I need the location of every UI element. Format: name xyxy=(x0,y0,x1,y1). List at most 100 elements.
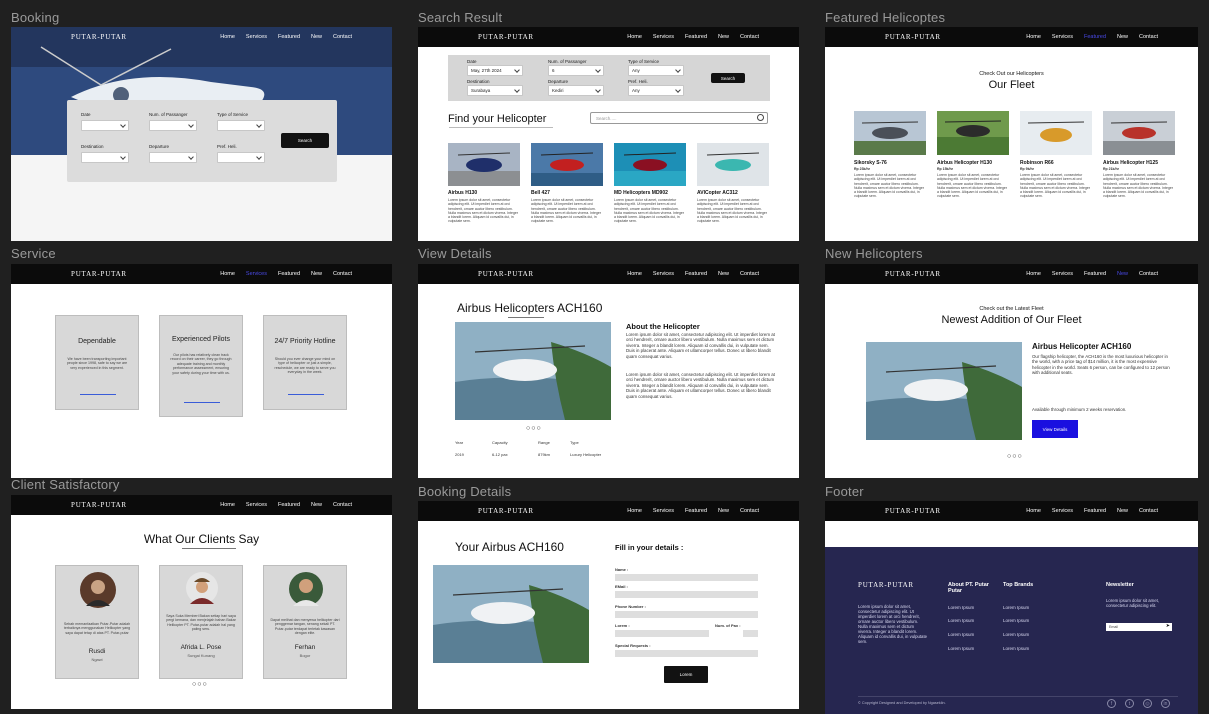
carousel-dots[interactable]: ○○○ xyxy=(526,425,542,432)
fleet-image-s76[interactable] xyxy=(854,111,926,155)
card-title-ac312[interactable]: AVICopter AC312 xyxy=(697,190,738,196)
nav-new[interactable]: New xyxy=(718,508,729,514)
nav-new[interactable]: New xyxy=(311,34,322,40)
nav-contact[interactable]: Contact xyxy=(333,34,352,40)
fleet-image-h130[interactable] xyxy=(937,111,1009,155)
footer-logo[interactable]: PUTAR-PUTAR xyxy=(858,581,914,589)
nav-services[interactable]: Services xyxy=(246,271,267,277)
nav-services[interactable]: Services xyxy=(1052,508,1073,514)
service-type-select[interactable]: Any xyxy=(628,65,684,76)
logo[interactable]: PUTAR-PUTAR xyxy=(71,501,127,509)
fleet-image-h125[interactable] xyxy=(1103,111,1175,155)
card-title-bell427[interactable]: Bell 427 xyxy=(531,190,550,196)
twitter-icon[interactable]: t xyxy=(1125,699,1134,708)
facebook-icon[interactable]: f xyxy=(1107,699,1116,708)
passenger-select[interactable]: 6 xyxy=(548,65,604,76)
heli-image-md902[interactable] xyxy=(614,143,686,186)
nav-home[interactable]: Home xyxy=(220,271,235,277)
linkedin-icon[interactable]: in xyxy=(1161,699,1170,708)
view-details-button[interactable]: View Details xyxy=(1032,420,1078,438)
phone-input[interactable] xyxy=(615,611,758,618)
lorem-input[interactable] xyxy=(615,630,709,637)
date-select[interactable]: May, 27th 2024 xyxy=(467,65,523,76)
logo[interactable]: PUTAR-PUTAR xyxy=(885,507,941,515)
special-requests-input[interactable] xyxy=(615,650,758,657)
nav-services[interactable]: Services xyxy=(653,34,674,40)
service-link-hotline[interactable] xyxy=(288,394,324,395)
pref-heli-select[interactable]: Any xyxy=(628,85,684,96)
nav-featured[interactable]: Featured xyxy=(1084,271,1106,277)
logo[interactable]: PUTAR-PUTAR xyxy=(885,33,941,41)
nav-featured[interactable]: Featured xyxy=(685,34,707,40)
nav-contact[interactable]: Contact xyxy=(1139,271,1158,277)
passenger-select[interactable] xyxy=(149,120,197,131)
nav-featured[interactable]: Featured xyxy=(685,271,707,277)
email-input[interactable] xyxy=(615,591,758,598)
nav-home[interactable]: Home xyxy=(627,34,642,40)
nav-services[interactable]: Services xyxy=(1052,34,1073,40)
submit-button[interactable]: Lorem xyxy=(664,666,708,683)
newsletter-email-input[interactable]: Email ➤ xyxy=(1106,623,1172,631)
nav-featured[interactable]: Featured xyxy=(1084,508,1106,514)
heli-image-ac312[interactable] xyxy=(697,143,769,186)
nav-new[interactable]: New xyxy=(718,34,729,40)
fleet-name-h130[interactable]: Airbus Helicopter H130 xyxy=(937,160,992,166)
card-title-md902[interactable]: MD Helicopters MD902 xyxy=(614,190,668,196)
carousel-dots[interactable]: ○○○ xyxy=(192,681,208,688)
nav-featured[interactable]: Featured xyxy=(278,271,300,277)
nav-featured[interactable]: Featured xyxy=(1084,34,1106,40)
search-input[interactable]: Search..... xyxy=(590,112,768,124)
nav-contact[interactable]: Contact xyxy=(740,508,759,514)
footer-col1-item-4[interactable]: Lorem Ipsum xyxy=(948,646,974,651)
logo[interactable]: PUTAR-PUTAR xyxy=(71,33,127,41)
nav-home[interactable]: Home xyxy=(220,34,235,40)
search-button[interactable]: Search xyxy=(711,73,745,83)
card-title-h130[interactable]: Airbus H130 xyxy=(448,190,477,196)
logo[interactable]: PUTAR-PUTAR xyxy=(478,33,534,41)
name-input[interactable] xyxy=(615,574,758,581)
nav-featured[interactable]: Featured xyxy=(685,508,707,514)
footer-col1-item-1[interactable]: Lorem Ipsum xyxy=(948,605,974,610)
nav-new[interactable]: New xyxy=(311,502,322,508)
instagram-icon[interactable]: ◎ xyxy=(1143,699,1152,708)
nav-contact[interactable]: Contact xyxy=(1139,34,1158,40)
footer-col2-item-2[interactable]: Lorem Ipsum xyxy=(1003,618,1029,623)
nav-home[interactable]: Home xyxy=(220,502,235,508)
footer-col1-item-2[interactable]: Lorem Ipsum xyxy=(948,618,974,623)
nav-featured[interactable]: Featured xyxy=(278,34,300,40)
service-type-select[interactable] xyxy=(217,120,265,131)
nav-new[interactable]: New xyxy=(1117,34,1128,40)
carousel-dots[interactable]: ○○○ xyxy=(1007,453,1023,460)
nav-contact[interactable]: Contact xyxy=(333,502,352,508)
nav-featured[interactable]: Featured xyxy=(278,502,300,508)
service-link-pilots[interactable] xyxy=(184,402,220,403)
nav-contact[interactable]: Contact xyxy=(1139,508,1158,514)
nav-new[interactable]: New xyxy=(311,271,322,277)
logo[interactable]: PUTAR-PUTAR xyxy=(71,270,127,278)
nav-services[interactable]: Services xyxy=(246,502,267,508)
footer-col2-item-4[interactable]: Lorem Ipsum xyxy=(1003,646,1029,651)
footer-col2-item-1[interactable]: Lorem Ipsum xyxy=(1003,605,1029,610)
nav-services[interactable]: Services xyxy=(1052,271,1073,277)
logo[interactable]: PUTAR-PUTAR xyxy=(478,270,534,278)
logo[interactable]: PUTAR-PUTAR xyxy=(885,270,941,278)
nav-contact[interactable]: Contact xyxy=(740,271,759,277)
logo[interactable]: PUTAR-PUTAR xyxy=(478,507,534,515)
date-select[interactable] xyxy=(81,120,129,131)
booking-search-button[interactable]: Search xyxy=(281,133,329,148)
heli-image-h130[interactable] xyxy=(448,143,520,186)
destination-select[interactable]: Surabaya xyxy=(467,85,523,96)
nav-services[interactable]: Services xyxy=(246,34,267,40)
nav-new[interactable]: New xyxy=(1117,271,1128,277)
nav-services[interactable]: Services xyxy=(653,271,674,277)
nav-contact[interactable]: Contact xyxy=(333,271,352,277)
departure-select[interactable]: Kediri xyxy=(548,85,604,96)
departure-select[interactable] xyxy=(149,152,197,163)
nav-services[interactable]: Services xyxy=(653,508,674,514)
nav-new[interactable]: New xyxy=(718,271,729,277)
nav-contact[interactable]: Contact xyxy=(740,34,759,40)
footer-col1-item-3[interactable]: Lorem Ipsum xyxy=(948,632,974,637)
fleet-image-r66[interactable] xyxy=(1020,111,1092,155)
pax-input[interactable] xyxy=(743,630,758,637)
nav-home[interactable]: Home xyxy=(1026,271,1041,277)
